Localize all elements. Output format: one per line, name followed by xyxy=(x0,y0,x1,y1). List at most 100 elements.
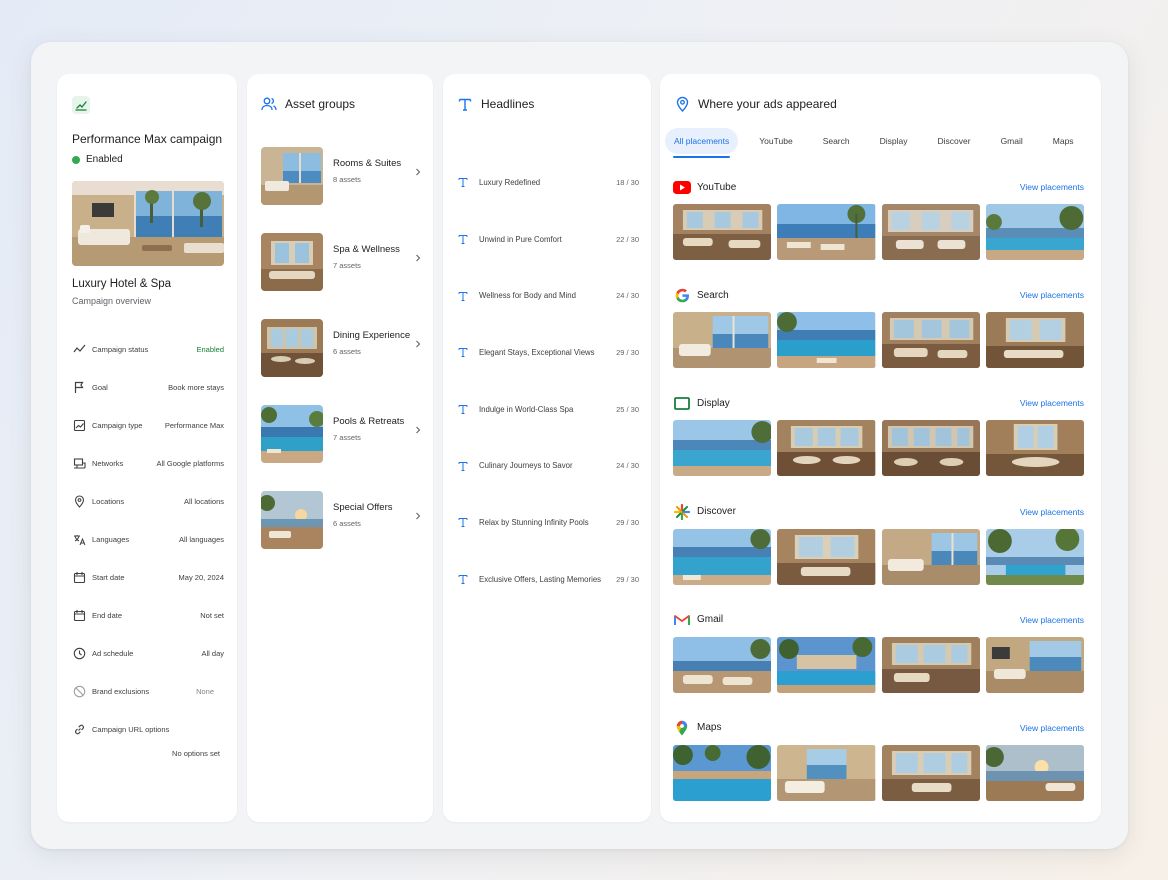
placement-thumbnail[interactable] xyxy=(985,420,1084,477)
placement-thumbnail[interactable] xyxy=(881,420,980,477)
display-logo-icon xyxy=(673,396,691,410)
placement-section-display: Display View placements xyxy=(673,394,1084,502)
discover-logo-icon xyxy=(673,503,691,520)
setting-locations[interactable]: Locations All locations xyxy=(72,482,224,520)
placement-section-youtube: YouTube View placements xyxy=(673,178,1084,286)
placement-thumbnail[interactable] xyxy=(881,636,980,693)
view-placements-link[interactable]: View placements xyxy=(1020,507,1084,517)
setting-value: May 20, 2024 xyxy=(178,572,224,582)
headline-text: Luxury Redefined xyxy=(479,177,541,187)
setting-label: Campaign URL options xyxy=(92,724,170,734)
tab-search[interactable]: Search xyxy=(814,128,859,154)
text-t-icon xyxy=(457,96,473,112)
text-t-icon xyxy=(457,290,469,302)
placement-thumbnail[interactable] xyxy=(777,528,876,585)
people-icon xyxy=(261,96,277,112)
setting-value: All day xyxy=(201,648,224,658)
headlines-card: Headlines Luxury Redefined 18 / 30 Unwind… xyxy=(443,74,651,822)
view-placements-link[interactable]: View placements xyxy=(1020,615,1084,625)
asset-group-item[interactable]: Rooms & Suites 8 assets xyxy=(261,147,423,233)
placement-thumbnail[interactable] xyxy=(985,204,1084,260)
asset-group-item[interactable]: Dining Experience 6 assets xyxy=(261,319,423,405)
placements-title: Where your ads appeared xyxy=(698,97,837,111)
placement-section-maps: Maps View placements xyxy=(673,719,1084,822)
placement-name: YouTube xyxy=(697,181,737,193)
asset-group-count: 6 assets xyxy=(333,519,361,528)
tab-gmail[interactable]: Gmail xyxy=(992,128,1032,154)
setting-start-date[interactable]: Start date May 20, 2024 xyxy=(72,558,224,596)
setting-url-options[interactable]: Campaign URL options xyxy=(72,710,224,748)
placement-thumbnail[interactable] xyxy=(673,204,772,260)
placement-thumbnail[interactable] xyxy=(673,528,772,585)
asset-group-thumbnail xyxy=(261,405,323,463)
placement-thumbnail[interactable] xyxy=(673,636,772,693)
placement-thumbnail[interactable] xyxy=(985,528,1084,585)
asset-group-item[interactable]: Spa & Wellness 7 assets xyxy=(261,233,423,319)
tab-all-placements[interactable]: All placements xyxy=(665,128,739,158)
asset-groups-card: Asset groups Rooms & Suites 8 assets Spa … xyxy=(247,74,433,822)
hotel-hero-image[interactable] xyxy=(72,181,224,266)
headline-text: Indulge in World-Class Spa xyxy=(479,404,574,414)
headline-text: Wellness for Body and Mind xyxy=(479,291,576,301)
setting-value: All Google platforms xyxy=(156,458,224,468)
headline-item[interactable]: Luxury Redefined 18 / 30 xyxy=(457,154,639,211)
youtube-logo-icon xyxy=(673,180,691,194)
setting-value: All locations xyxy=(183,496,224,506)
chevron-right-icon[interactable] xyxy=(413,511,423,521)
headline-item[interactable]: Exclusive Offers, Lasting Memories 29 / 3… xyxy=(457,551,639,608)
headline-item[interactable]: Wellness for Body and Mind 24 / 30 xyxy=(457,267,639,324)
setting-campaign-type[interactable]: Campaign type Performance Max xyxy=(72,406,224,444)
asset-group-item[interactable]: Special Offers 6 assets xyxy=(261,491,423,577)
tab-youtube[interactable]: YouTube xyxy=(750,128,801,154)
placement-thumbnail[interactable] xyxy=(985,636,1084,693)
placement-thumbnail[interactable] xyxy=(673,744,772,801)
placement-thumbnail[interactable] xyxy=(881,528,980,585)
setting-end-date[interactable]: End date Not set xyxy=(72,596,224,634)
chevron-right-icon[interactable] xyxy=(413,425,423,435)
main-frame: Performance Max campaign Enabled Luxury … xyxy=(31,42,1128,849)
placement-thumbnail[interactable] xyxy=(673,420,772,477)
placement-thumbnail[interactable] xyxy=(777,420,876,477)
headline-item[interactable]: Indulge in World-Class Spa 25 / 30 xyxy=(457,381,639,438)
placement-thumbnail[interactable] xyxy=(881,744,980,801)
view-placements-link[interactable]: View placements xyxy=(1020,723,1084,733)
setting-label: Ad schedule xyxy=(92,648,134,658)
chevron-right-icon[interactable] xyxy=(413,253,423,263)
view-placements-link[interactable]: View placements xyxy=(1020,290,1084,300)
chevron-right-icon[interactable] xyxy=(413,167,423,177)
placement-thumbnail[interactable] xyxy=(777,744,876,801)
setting-label: Networks xyxy=(92,458,124,468)
placement-thumbnail[interactable] xyxy=(777,312,876,369)
asset-group-item[interactable]: Pools & Retreats 7 assets xyxy=(261,405,423,491)
asset-group-thumbnail xyxy=(261,147,323,205)
tab-maps[interactable]: Maps xyxy=(1044,128,1083,154)
placement-thumbnail[interactable] xyxy=(777,636,876,693)
setting-ad-schedule[interactable]: Ad schedule All day xyxy=(72,634,224,672)
setting-brand-exclusions[interactable]: Brand exclusions None xyxy=(72,672,224,710)
view-placements-link[interactable]: View placements xyxy=(1020,398,1084,408)
setting-goal[interactable]: Goal Book more stays xyxy=(72,368,224,406)
tab-discover[interactable]: Discover xyxy=(929,128,980,154)
view-placements-link[interactable]: View placements xyxy=(1020,182,1084,192)
chart-icon xyxy=(72,418,86,432)
setting-campaign-status[interactable]: Campaign status Enabled xyxy=(72,330,224,368)
tab-display[interactable]: Display xyxy=(871,128,917,154)
placement-thumbnail[interactable] xyxy=(985,312,1084,369)
block-icon xyxy=(72,684,86,698)
placement-thumbnail[interactable] xyxy=(881,204,980,260)
setting-languages[interactable]: Languages All languages xyxy=(72,520,224,558)
placement-name: Search xyxy=(697,289,729,301)
placement-thumbnail[interactable] xyxy=(673,312,772,369)
chevron-right-icon[interactable] xyxy=(413,339,423,349)
headline-item[interactable]: Relax by Stunning Infinity Pools 29 / 30 xyxy=(457,494,639,551)
placement-thumbnail[interactable] xyxy=(777,204,876,260)
placement-thumbnail[interactable] xyxy=(985,744,1084,801)
headline-item[interactable]: Unwind in Pure Comfort 22 / 30 xyxy=(457,211,639,268)
setting-networks[interactable]: Networks All Google platforms xyxy=(72,444,224,482)
headline-item[interactable]: Elegant Stays, Exceptional Views 29 / 30 xyxy=(457,324,639,381)
placement-thumbnail[interactable] xyxy=(881,312,980,369)
placements-card: Where your ads appeared All placements Y… xyxy=(660,74,1101,822)
link-icon xyxy=(72,722,86,736)
headline-item[interactable]: Culinary Journeys to Savor 24 / 30 xyxy=(457,437,639,494)
setting-value: Performance Max xyxy=(164,420,224,430)
